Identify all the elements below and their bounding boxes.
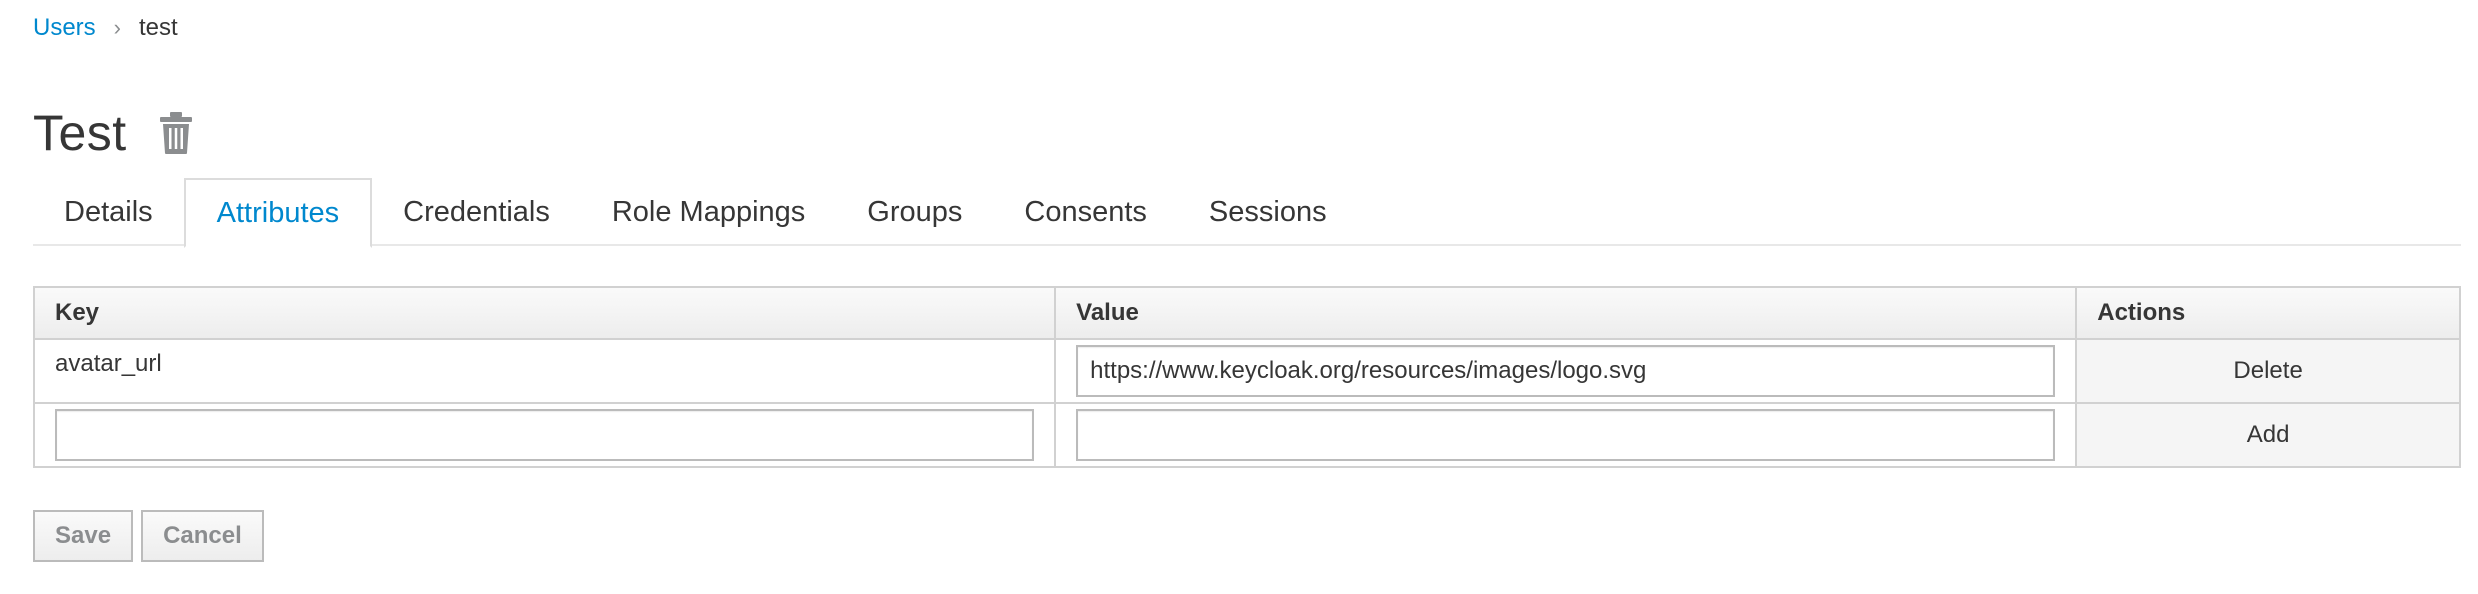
add-attribute-button[interactable]: Add <box>2075 402 2461 468</box>
new-value-input[interactable] <box>1076 409 2056 461</box>
form-buttons: Save Cancel <box>33 510 272 562</box>
new-key-cell <box>32 402 1057 468</box>
attribute-key: avatar_url <box>32 338 1057 404</box>
tab-credentials[interactable]: Credentials <box>372 178 581 246</box>
new-value-cell <box>1054 402 2078 468</box>
new-key-input[interactable] <box>55 409 1035 461</box>
attribute-value-input[interactable] <box>1076 345 2056 397</box>
table-header-row: Key Value Actions <box>32 286 2461 340</box>
tab-sessions[interactable]: Sessions <box>1178 178 1358 246</box>
new-attribute-row: Add <box>32 402 2461 468</box>
tab-role-mappings[interactable]: Role Mappings <box>581 178 836 246</box>
title-row: Test <box>33 98 193 168</box>
trash-icon[interactable] <box>159 111 193 155</box>
delete-attribute-button[interactable]: Delete <box>2075 338 2461 404</box>
breadcrumb: Users › test <box>33 10 178 46</box>
save-button[interactable]: Save <box>33 510 134 562</box>
user-attributes-page: Users › test Test Details Attributes Cre… <box>0 0 2478 594</box>
tab-groups[interactable]: Groups <box>836 178 993 246</box>
tab-details[interactable]: Details <box>33 178 184 246</box>
tab-consents[interactable]: Consents <box>993 178 1178 246</box>
tab-attributes[interactable]: Attributes <box>183 178 373 248</box>
actions-column-header: Actions <box>2075 286 2461 340</box>
chevron-right-icon: › <box>113 15 121 40</box>
breadcrumb-current: test <box>139 14 178 41</box>
page-title: Test <box>33 105 127 161</box>
table-row: avatar_url Delete <box>32 338 2461 404</box>
attributes-table: Key Value Actions avatar_url Delete <box>32 286 2461 468</box>
value-column-header: Value <box>1054 286 2078 340</box>
breadcrumb-users-link[interactable]: Users <box>33 14 96 42</box>
user-tabs: Details Attributes Credentials Role Mapp… <box>33 178 2461 248</box>
key-column-header: Key <box>32 286 1057 340</box>
cancel-button[interactable]: Cancel <box>141 510 264 562</box>
attribute-value-cell <box>1054 338 2078 404</box>
